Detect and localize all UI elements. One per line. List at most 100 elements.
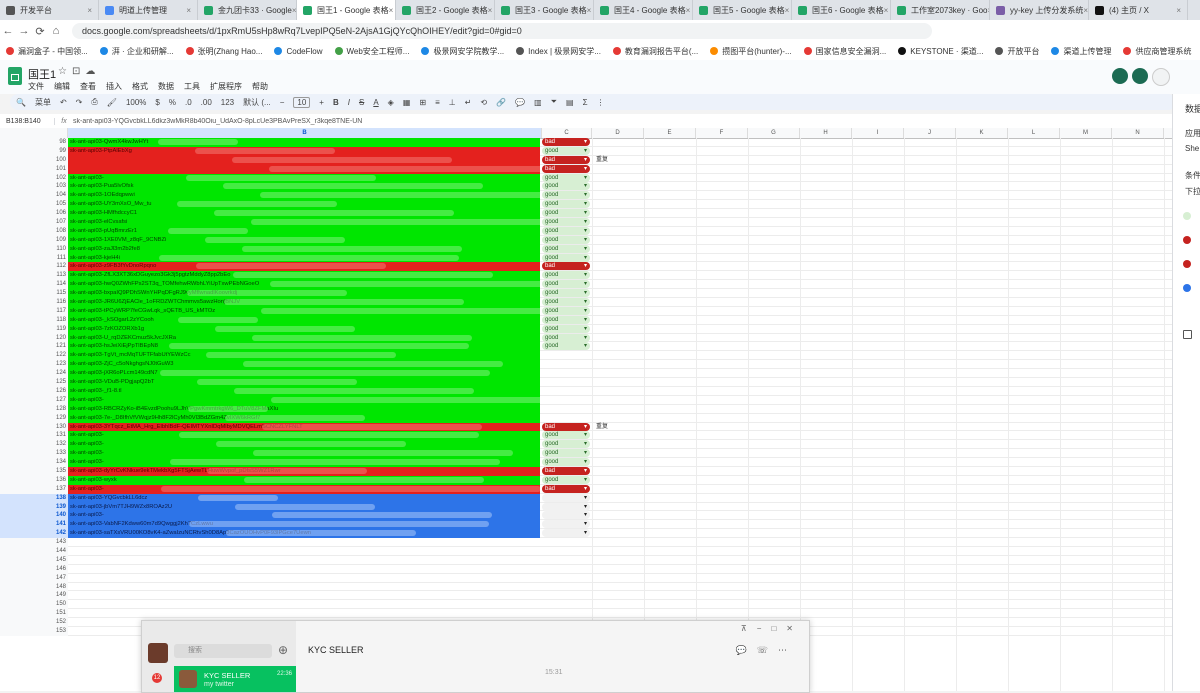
- bookmark-item[interactable]: 教育漏洞报告平台(...: [612, 46, 698, 57]
- tab-close-icon[interactable]: ×: [87, 6, 92, 15]
- column-header[interactable]: C: [542, 128, 592, 138]
- row-number[interactable]: 134: [0, 458, 68, 467]
- chat-search-input[interactable]: 搜索: [174, 644, 272, 658]
- key-cell[interactable]: sk-ant-api03-elCvsafsi: [68, 218, 540, 227]
- status-dropdown[interactable]: good: [542, 306, 590, 315]
- status-dropdown[interactable]: [542, 520, 590, 529]
- status-dropdown[interactable]: good: [542, 146, 590, 155]
- row-number[interactable]: 100: [0, 155, 68, 165]
- filter-views-icon[interactable]: ▤: [566, 98, 574, 107]
- tab-close-icon[interactable]: ×: [1083, 6, 1088, 15]
- browser-tab[interactable]: 明道上传管理 ×: [99, 0, 198, 20]
- status-dropdown[interactable]: bad: [542, 484, 590, 493]
- bookmark-item[interactable]: CodeFlow: [274, 47, 323, 56]
- menu-item[interactable]: 扩展程序: [210, 81, 242, 92]
- status-dropdown[interactable]: good: [542, 289, 590, 298]
- browser-tab[interactable]: 国王6 - Google 表格 ×: [792, 0, 891, 20]
- key-cell[interactable]: sk-ant-api03-1XE0VM_z8qF_9CNBZi: [68, 235, 540, 245]
- more-toolbar-icon[interactable]: ⋮: [597, 98, 605, 107]
- row-number[interactable]: 99: [0, 146, 68, 156]
- key-cell[interactable]: [68, 164, 540, 174]
- key-cell[interactable]: sk-ant-api03-QwmX4kwJwHYt: [68, 138, 540, 147]
- bookmark-item[interactable]: 供应商管理系统: [1123, 46, 1191, 57]
- tab-close-icon[interactable]: ×: [1176, 6, 1181, 15]
- status-dropdown[interactable]: [542, 511, 590, 520]
- key-cell[interactable]: sk-ant-api03-HMfhdccyC1: [68, 209, 540, 219]
- key-cell[interactable]: sk-ant-api03-kjeH4i: [68, 253, 540, 263]
- key-cell[interactable]: sk-ant-api03-Pua5lvOfsk: [68, 182, 540, 192]
- option-blue-icon[interactable]: [1183, 284, 1191, 292]
- column-header[interactable]: B: [68, 128, 542, 138]
- menu-item[interactable]: 帮助: [252, 81, 268, 92]
- bookmark-item[interactable]: KEYSTONE · 渠道...: [898, 46, 983, 57]
- row-number[interactable]: 135: [0, 466, 68, 476]
- option-red-icon[interactable]: [1183, 236, 1191, 244]
- back-icon[interactable]: ←: [0, 25, 16, 37]
- name-box[interactable]: B138:B140: [0, 117, 55, 125]
- menu-item[interactable]: 编辑: [54, 81, 70, 92]
- forward-icon[interactable]: →: [16, 25, 32, 37]
- undo-icon[interactable]: ↶: [60, 98, 67, 107]
- more-icon[interactable]: ⋯: [778, 645, 797, 655]
- row-number[interactable]: 129: [0, 413, 68, 423]
- row-number[interactable]: 117: [0, 306, 68, 316]
- row-number[interactable]: 106: [0, 209, 68, 219]
- row-number[interactable]: 143: [0, 538, 68, 547]
- comments-icon[interactable]: [1132, 68, 1148, 84]
- key-cell[interactable]: sk-ant-api03-hsJeiXiEjPpTlBEpN8: [68, 342, 540, 352]
- row-number[interactable]: 101: [0, 164, 68, 174]
- column-header[interactable]: M: [1060, 128, 1112, 138]
- status-dropdown[interactable]: good: [542, 209, 590, 218]
- row-number[interactable]: 114: [0, 280, 68, 290]
- merge-icon[interactable]: ⊞: [419, 98, 426, 107]
- key-cell[interactable]: sk-ant-api03-pUqBmrzEr1: [68, 226, 540, 236]
- menu-item[interactable]: 文件: [28, 81, 44, 92]
- row-number[interactable]: 140: [0, 511, 68, 521]
- row-number[interactable]: 111: [0, 253, 68, 263]
- key-cell[interactable]: sk-ant-api03-VDuB-PDgjapQ2bT: [68, 378, 540, 387]
- status-dropdown[interactable]: good: [542, 324, 590, 333]
- row-number[interactable]: 131: [0, 431, 68, 441]
- row-number[interactable]: 113: [0, 271, 68, 281]
- status-dropdown[interactable]: good: [542, 315, 590, 324]
- row-number[interactable]: 116: [0, 298, 68, 307]
- key-cell[interactable]: [68, 155, 540, 165]
- status-dropdown[interactable]: bad: [542, 422, 590, 431]
- key-cell[interactable]: sk-ant-api03-TgVt_mcMqTUFTFfabUtYEWzCc: [68, 351, 540, 361]
- browser-tab[interactable]: 国王1 - Google 表格 ×: [297, 0, 396, 20]
- row-number[interactable]: 144: [0, 546, 68, 556]
- key-cell[interactable]: sk-ant-api03-tPCyWRP7feCGwLqk_sQETB_US_k…: [68, 306, 540, 316]
- menu-item[interactable]: 工具: [184, 81, 200, 92]
- row-number[interactable]: 149: [0, 591, 68, 601]
- panel-dropdown-select[interactable]: 下拉: [1185, 186, 1200, 197]
- bold-button[interactable]: B: [333, 98, 339, 107]
- font-size-input[interactable]: 10: [293, 96, 311, 108]
- column-header[interactable]: L: [1008, 128, 1060, 138]
- panel-sheet-field[interactable]: She: [1185, 144, 1199, 153]
- status-dropdown[interactable]: good: [542, 244, 590, 253]
- menu-item[interactable]: 数据: [158, 81, 174, 92]
- chart-icon[interactable]: ▥: [534, 98, 542, 107]
- column-header[interactable]: D: [592, 128, 644, 138]
- bookmark-item[interactable]: Web安全工程师...: [334, 46, 409, 57]
- status-dropdown[interactable]: good: [542, 342, 590, 351]
- key-cell[interactable]: sk-ant-api03-: [68, 173, 540, 183]
- key-cell[interactable]: sk-ant-api03-U_rqDZEKCmuz5kJvcJXRa: [68, 333, 540, 343]
- row-number[interactable]: 133: [0, 449, 68, 459]
- column-header[interactable]: I: [852, 128, 904, 138]
- star-icon[interactable]: ☆: [58, 66, 72, 77]
- row-number[interactable]: 102: [0, 173, 68, 183]
- key-cell[interactable]: sk-ant-api03-jXR6oPLcm149cdN7: [68, 369, 540, 379]
- font-size-increase-icon[interactable]: +: [319, 98, 324, 107]
- browser-tab[interactable]: 国王3 - Google 表格 ×: [495, 0, 594, 20]
- browser-tab[interactable]: 金九团卡33 · Google ×: [198, 0, 297, 20]
- column-header[interactable]: O: [1164, 128, 1172, 138]
- tab-close-icon[interactable]: ×: [884, 6, 889, 15]
- status-dropdown[interactable]: bad: [542, 262, 590, 271]
- row-number[interactable]: 124: [0, 369, 68, 379]
- key-cell[interactable]: sk-ant-api03-: [68, 431, 540, 441]
- row-number[interactable]: 115: [0, 289, 68, 299]
- percent-button[interactable]: %: [169, 98, 176, 107]
- row-number[interactable]: 151: [0, 609, 68, 619]
- user-avatar[interactable]: [148, 643, 168, 663]
